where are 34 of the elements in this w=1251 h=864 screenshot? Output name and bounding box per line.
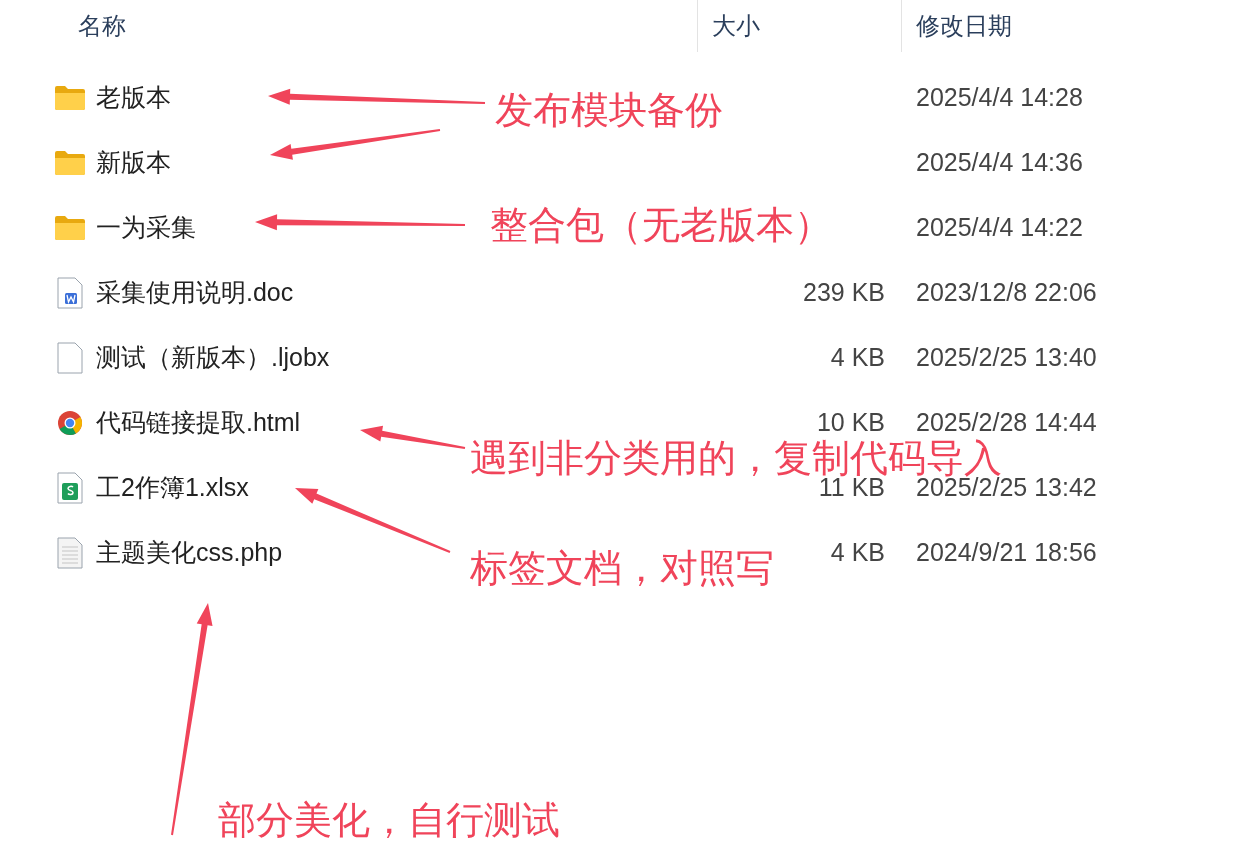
annotation-text: 部分美化，自行测试 [218,798,560,842]
modified-date: 2025/2/28 14:44 [916,407,1097,436]
file-name[interactable]: 一为采集 [96,208,196,247]
modified-date: 2025/4/4 14:36 [916,147,1083,176]
folder-icon [54,214,86,241]
column-header[interactable]: 大小 [712,8,760,44]
modified-date: 2025/2/25 13:40 [916,342,1097,371]
file-size: 4 KB [830,536,885,568]
file-size: 4 KB [830,341,885,373]
modified-date: 2024/9/21 18:56 [916,537,1097,566]
file-name[interactable]: 测试（新版本）.ljobx [96,338,330,377]
annotation-text: 标签文档，对照写 [470,546,774,590]
file-name[interactable]: 采集使用说明.doc [96,273,294,312]
text-file-icon [57,536,83,569]
file-size: 239 KB [803,276,885,308]
file-name[interactable]: 代码链接提取.html [96,403,301,442]
word-document-icon [57,276,83,309]
column-header[interactable]: 修改日期 [916,8,1012,44]
spreadsheet-icon [57,471,83,504]
modified-date: 2025/4/4 14:28 [916,82,1083,111]
file-name[interactable]: 工2作簿1.xlsx [96,468,249,507]
file-name[interactable]: 老版本 [96,78,171,117]
modified-date: 2023/12/8 22:06 [916,277,1097,306]
folder-icon [54,149,86,176]
blank-file-icon [57,341,83,374]
column-header[interactable]: 名称 [78,8,126,44]
annotation-text: 发布模块备份 [495,88,723,132]
file-size: 10 KB [816,406,885,438]
browser-icon [57,409,83,436]
folder-icon [54,84,86,111]
file-name[interactable]: 主题美化css.php [96,533,283,572]
annotation-text: 整合包（无老版本） [490,203,832,247]
file-name[interactable]: 新版本 [96,143,171,182]
modified-date: 2025/4/4 14:22 [916,212,1083,241]
